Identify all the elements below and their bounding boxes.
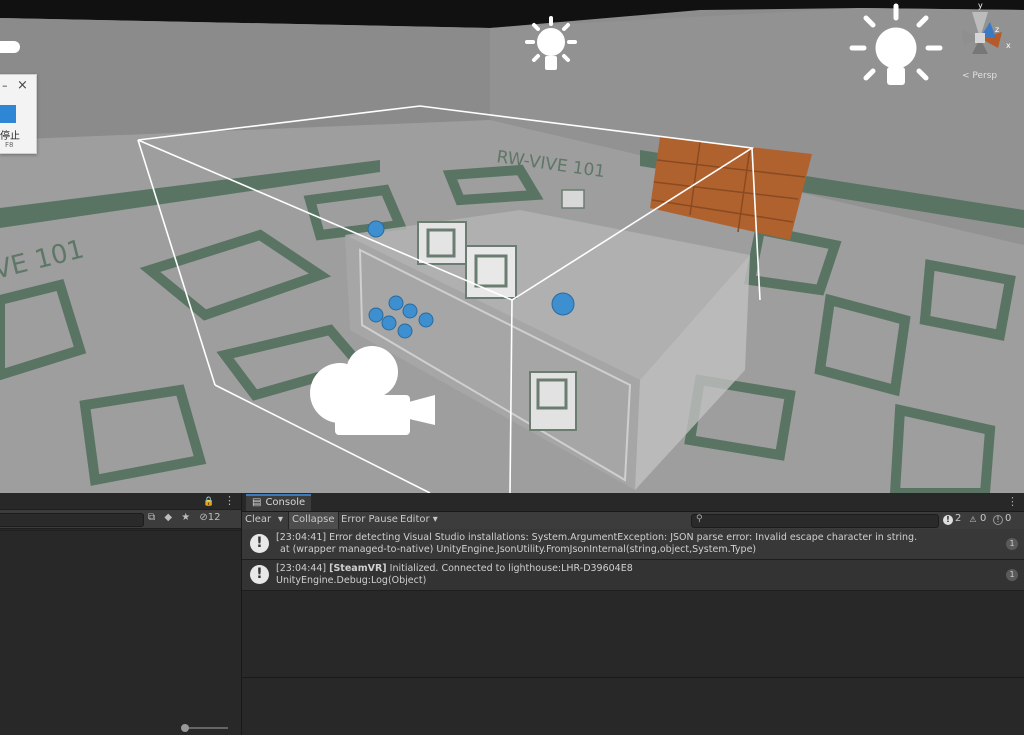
- log-tag: [SteamVR]: [329, 563, 387, 574]
- tab-console[interactable]: ▤ Console: [246, 494, 312, 511]
- info-count-toggle[interactable]: ! 0: [993, 513, 1011, 525]
- log-time: [23:04:44]: [276, 563, 327, 574]
- console-tabbar: ▤ Console ⋮: [242, 493, 1024, 512]
- console-icon: ▤: [252, 497, 262, 508]
- hierarchy-tabbar: 🔒 ⋮: [0, 493, 241, 509]
- visibility-hidden-icon[interactable]: ⊘: [199, 512, 207, 523]
- scene-filter-icon[interactable]: ⧉: [148, 512, 155, 523]
- console-log-list[interactable]: ! [23:04:41] Error detecting Visual Stud…: [242, 529, 1024, 677]
- hierarchy-list[interactable]: [0, 530, 241, 715]
- log-entry[interactable]: ! [23:04:44] [SteamVR] Initialized. Conn…: [242, 560, 1024, 591]
- error-icon: !: [250, 565, 269, 584]
- log-line-1: [23:04:41] Error detecting Visual Studio…: [276, 532, 918, 543]
- zoom-slider[interactable]: [181, 724, 234, 732]
- log-count-badge: 1: [1006, 569, 1018, 581]
- error-icon: !: [250, 534, 269, 553]
- scene-toggle-pill[interactable]: [0, 41, 20, 53]
- console-search-input[interactable]: ⚲: [691, 514, 939, 528]
- crate-cube-1[interactable]: [417, 221, 467, 265]
- floating-stop-window[interactable]: – × 停止 F8: [0, 74, 37, 154]
- chevron-down-icon: ▾: [278, 514, 284, 525]
- lock-icon[interactable]: 🔒: [203, 497, 214, 507]
- warning-icon: ⚠: [969, 515, 977, 524]
- hierarchy-search-input[interactable]: [0, 513, 144, 527]
- slider-track[interactable]: [184, 727, 228, 729]
- error-pause-label: Error Pause: [341, 514, 398, 525]
- collapse-label: Collapse: [292, 514, 335, 525]
- editor-label: Editor: [400, 514, 430, 525]
- hierarchy-toolbar: ⧉ ◆ ★ ⊘12: [0, 509, 241, 529]
- hidden-count: 12: [207, 512, 221, 523]
- crate-cube-3[interactable]: [529, 371, 577, 431]
- log-entry[interactable]: ! [23:04:41] Error detecting Visual Stud…: [242, 529, 1024, 560]
- back-wall-left: [0, 18, 490, 140]
- log-line-2: UnityEngine.Debug:Log(Object): [276, 575, 427, 586]
- hierarchy-panel: 🔒 ⋮ ⧉ ◆ ★ ⊘12: [0, 493, 242, 735]
- gizmo-label-z: z: [995, 25, 999, 34]
- log-count-badge: 1: [1006, 538, 1018, 550]
- console-menu-icon[interactable]: ⋮: [1007, 495, 1018, 508]
- log-line-2: at (wrapper managed-to-native) UnityEngi…: [280, 544, 757, 555]
- warning-count-toggle[interactable]: ⚠ 0: [968, 513, 986, 525]
- tag-icon[interactable]: ◆: [164, 512, 172, 523]
- info-count: 0: [1005, 513, 1012, 524]
- stop-shortcut: F8: [5, 141, 14, 149]
- log-text: Initialized. Connected to lighthouse:LHR…: [386, 563, 633, 574]
- scene-canvas[interactable]: RW-VIVE 101 VE 101 y z x: [0, 0, 1024, 493]
- log-message: [23:04:41] Error detecting Visual Studio…: [276, 532, 917, 556]
- console-detail-pane[interactable]: [242, 677, 1024, 735]
- gizmo-label-y: y: [978, 1, 983, 10]
- slider-thumb[interactable]: [181, 724, 189, 732]
- console-panel: ▤ Console ⋮ Clear ▾ Collapse Error Pause …: [242, 493, 1024, 735]
- crate-cube-small[interactable]: [561, 189, 585, 209]
- info-icon: !: [993, 515, 1003, 525]
- editor-dropdown[interactable]: Editor ▾: [397, 512, 441, 529]
- warning-count: 0: [980, 513, 987, 524]
- search-icon: ⚲: [696, 514, 703, 524]
- collapse-toggle[interactable]: Collapse: [288, 512, 339, 529]
- favorite-star-icon[interactable]: ★: [181, 512, 190, 523]
- projection-label[interactable]: < Persp: [962, 71, 997, 81]
- scene-view[interactable]: RW-VIVE 101 VE 101 y z x < Persp – × 停止 …: [0, 0, 1024, 493]
- stop-label: 停止: [0, 131, 20, 142]
- log-line-1: [23:04:44] [SteamVR] Initialized. Connec…: [276, 563, 633, 575]
- gizmo-label-x: x: [1006, 41, 1011, 50]
- minimize-button[interactable]: –: [2, 80, 8, 91]
- error-count: 2: [955, 513, 962, 524]
- error-count-toggle[interactable]: ! 2: [943, 513, 961, 525]
- clear-label: Clear: [245, 514, 272, 525]
- stop-button-bar[interactable]: [0, 105, 16, 123]
- error-pause-toggle[interactable]: Error Pause: [338, 512, 401, 529]
- log-message: [23:04:44] [SteamVR] Initialized. Connec…: [276, 563, 633, 587]
- console-tab-label: Console: [265, 497, 306, 508]
- clear-button[interactable]: Clear: [242, 512, 274, 529]
- panel-menu-icon[interactable]: ⋮: [224, 494, 235, 507]
- error-icon: !: [943, 515, 953, 525]
- chevron-down-icon: ▾: [432, 514, 438, 525]
- close-icon[interactable]: ×: [17, 79, 28, 92]
- clear-options-dropdown[interactable]: ▾: [275, 512, 286, 529]
- console-toolbar: Clear ▾ Collapse Error Pause Editor ▾ ⚲ …: [242, 512, 1024, 530]
